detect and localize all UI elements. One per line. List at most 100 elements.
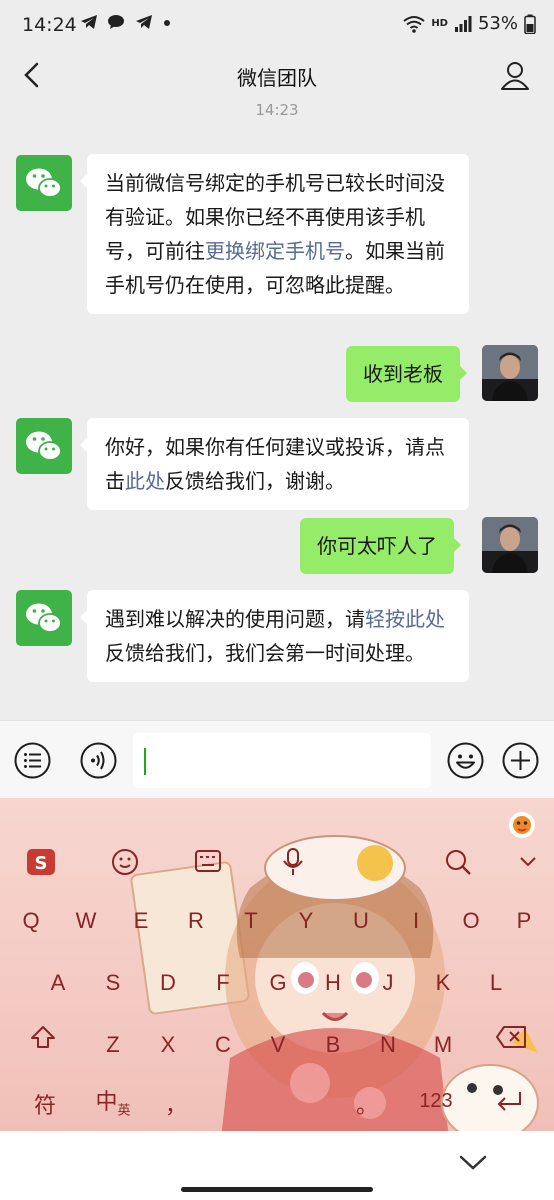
shift-key[interactable] — [30, 1025, 56, 1053]
backspace-key[interactable] — [496, 1026, 526, 1052]
status-bar: 14:24 HD 53% — [0, 0, 554, 52]
mascot-icon — [509, 812, 535, 838]
wechat-logo-icon — [26, 603, 62, 633]
user-avatar[interactable] — [482, 345, 538, 401]
lang-main-label: 中 — [95, 1089, 118, 1114]
svg-text:S: S — [35, 853, 48, 874]
nav-bar: 微信团队 — [0, 52, 554, 98]
voice-button[interactable] — [80, 742, 117, 779]
key-s[interactable]: S — [89, 970, 137, 996]
key-w[interactable]: W — [62, 908, 110, 934]
feedback-link[interactable]: 此处 — [125, 469, 165, 493]
profile-button[interactable] — [498, 58, 532, 92]
outgoing-message: 你可太吓人了 — [300, 518, 461, 574]
user-photo-icon — [482, 517, 538, 573]
key-i[interactable]: I — [392, 908, 440, 934]
battery-percent: 53% — [477, 13, 518, 34]
emoji-icon — [112, 849, 138, 875]
wechat-logo-icon — [26, 431, 62, 461]
sogou-logo-button[interactable]: S — [26, 848, 56, 880]
numbers-key[interactable]: 123 — [408, 1090, 464, 1113]
key-h[interactable]: H — [309, 970, 357, 996]
outgoing-message: 收到老板 — [346, 346, 467, 402]
key-n[interactable]: N — [364, 1032, 412, 1058]
enter-icon — [497, 1092, 521, 1111]
search-icon — [446, 850, 471, 875]
keyboard-search-key[interactable] — [444, 848, 472, 880]
key-j[interactable]: J — [364, 970, 412, 996]
enter-key[interactable] — [496, 1090, 524, 1116]
key-g[interactable]: G — [254, 970, 302, 996]
key-o[interactable]: O — [447, 908, 495, 934]
chevron-down-icon — [520, 857, 536, 867]
wechat-logo-icon — [26, 168, 62, 198]
key-c[interactable]: C — [199, 1032, 247, 1058]
emoji-button[interactable] — [447, 742, 484, 779]
key-f[interactable]: F — [199, 970, 247, 996]
incoming-message: 当前微信号绑定的手机号已较长时间没有验证。如果你已经不再使用该手机号，可前往更换… — [80, 154, 469, 314]
plus-icon — [502, 742, 539, 779]
key-m[interactable]: M — [419, 1032, 467, 1058]
skin-mascot-button[interactable] — [507, 810, 537, 844]
keyboard-icon — [195, 850, 221, 872]
wechat-team-avatar[interactable] — [16, 155, 72, 211]
period-key[interactable]: 。 — [343, 1088, 391, 1120]
system-nav-area — [0, 1131, 554, 1200]
key-z[interactable]: Z — [89, 1032, 137, 1058]
key-d[interactable]: D — [144, 970, 192, 996]
more-button[interactable] — [502, 742, 539, 779]
wechat-team-avatar[interactable] — [16, 418, 72, 474]
message-text: 反馈给我们，我们会第一时间处理。 — [105, 641, 425, 665]
page-title: 微信团队 — [237, 66, 317, 90]
key-l[interactable]: L — [472, 970, 520, 996]
chat-icon — [108, 15, 125, 29]
chat-input-bar — [0, 720, 554, 798]
tap-feedback-link[interactable]: 轻按此处 — [365, 607, 445, 631]
notification-icons — [80, 14, 172, 35]
incoming-message: 你好，如果你有任何建议或投诉，请点击此处反馈给我们，谢谢。 — [80, 418, 469, 510]
emoji-key[interactable] — [111, 848, 139, 880]
language-switch-key[interactable]: 中英 — [88, 1084, 138, 1118]
user-photo-icon — [482, 345, 538, 401]
message-text: 遇到难以解决的使用问题，请 — [105, 607, 365, 631]
shift-icon — [31, 1026, 55, 1048]
collapse-keyboard-button[interactable] — [456, 1149, 490, 1175]
telegram-icon — [81, 15, 97, 29]
signal-icon — [454, 15, 472, 32]
change-phone-link[interactable]: 更换绑定手机号 — [205, 239, 345, 263]
wechat-team-avatar[interactable] — [16, 590, 72, 646]
battery-icon — [524, 14, 536, 34]
keyboard: S Q W E R T Y U I O P A S D F G H J K L … — [0, 798, 554, 1131]
voice-icon — [80, 742, 117, 779]
incoming-message: 遇到难以解决的使用问题，请轻按此处反馈给我们，我们会第一时间处理。 — [80, 590, 469, 682]
keyboard-switch-key[interactable] — [195, 850, 221, 878]
key-y[interactable]: Y — [282, 908, 330, 934]
wifi-icon — [403, 15, 425, 33]
key-p[interactable]: P — [500, 908, 548, 934]
key-a[interactable]: A — [34, 970, 82, 996]
menu-toggle-button[interactable] — [14, 742, 51, 779]
smiley-face-icon — [447, 742, 484, 779]
key-e[interactable]: E — [117, 908, 165, 934]
home-indicator[interactable] — [181, 1187, 373, 1192]
hide-keyboard-key[interactable] — [518, 854, 538, 873]
key-v[interactable]: V — [254, 1032, 302, 1058]
microphone-icon — [283, 848, 303, 875]
key-t[interactable]: T — [227, 908, 275, 934]
dot-icon — [164, 20, 171, 26]
hd-indicator: HD — [431, 18, 448, 29]
key-q[interactable]: Q — [7, 908, 55, 934]
symbols-key[interactable]: 符 — [21, 1088, 69, 1120]
key-b[interactable]: B — [309, 1032, 357, 1058]
user-avatar[interactable] — [482, 517, 538, 573]
chevron-down-icon — [459, 1155, 487, 1170]
key-u[interactable]: U — [337, 908, 385, 934]
message-input[interactable] — [133, 733, 431, 788]
status-time: 14:24 — [22, 14, 77, 36]
telegram-icon — [135, 15, 152, 29]
key-r[interactable]: R — [172, 908, 220, 934]
voice-input-key[interactable] — [282, 848, 304, 880]
text-cursor — [144, 748, 146, 775]
key-x[interactable]: X — [144, 1032, 192, 1058]
key-k[interactable]: K — [419, 970, 467, 996]
